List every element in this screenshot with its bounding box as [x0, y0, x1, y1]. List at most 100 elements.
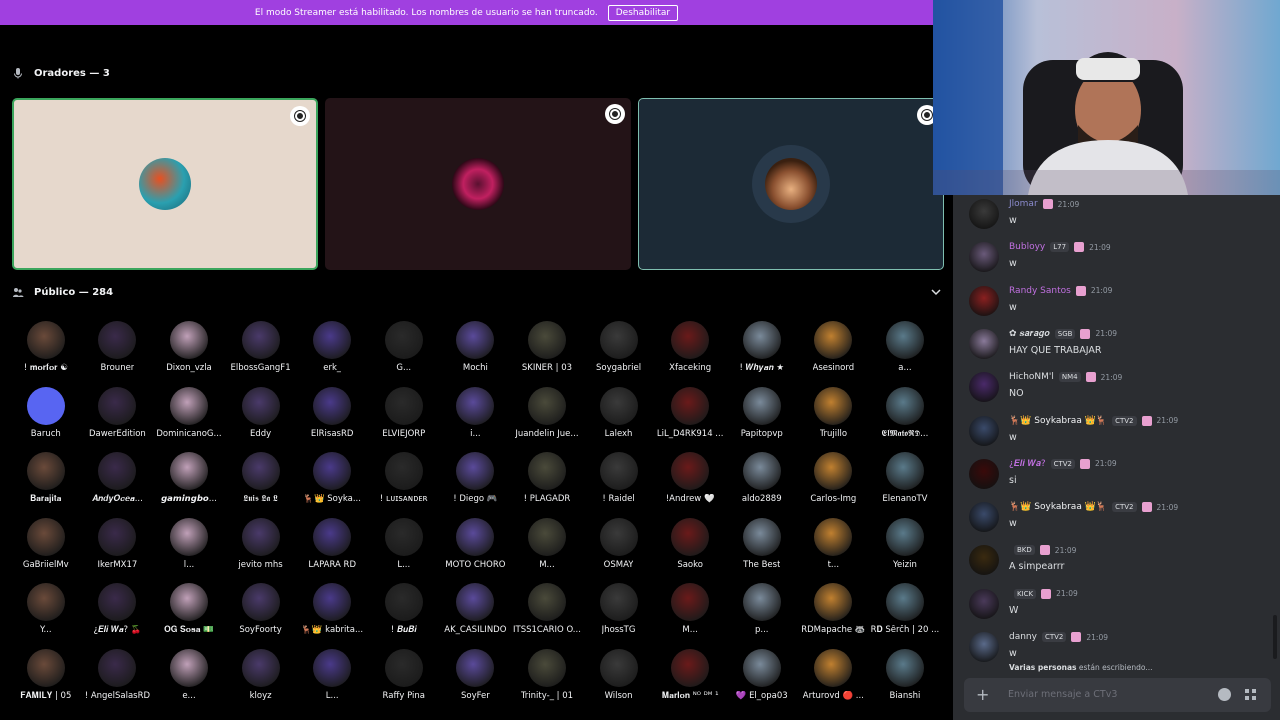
audience-member[interactable]: R𝐃 Šêrčĥ | 20 ... [869, 583, 941, 649]
message-input[interactable]: Enviar mensaje a CTv3 [1008, 689, 1117, 700]
avatar[interactable] [969, 415, 999, 446]
audience-member[interactable]: M... [654, 583, 726, 649]
avatar[interactable] [969, 285, 999, 316]
audience-member[interactable]: 𝐁𝐚𝐫𝐚𝐣𝐢𝐭𝐚 [10, 452, 82, 518]
audience-member[interactable]: 𝕰𝖑𝕸𝖆𝖙𝖔𝕽𝕯... [869, 386, 941, 453]
audience-member[interactable]: 💜 El_opa03 [726, 648, 798, 715]
audience-member[interactable]: LAPARA RD [296, 517, 368, 584]
avatar[interactable] [969, 588, 999, 619]
chat-message[interactable]: Randy Santos 21:09 w [969, 284, 1264, 326]
audience-member[interactable]: 🦌👑 Soyka... [296, 452, 368, 518]
message-username[interactable]: danny [1009, 632, 1037, 642]
audience-member[interactable]: Trujillo [798, 386, 870, 453]
audience-member[interactable]: 𝐎𝐆 𝐒𝐨𝐬𝐚 💵 [153, 583, 225, 649]
audience-member[interactable]: GaBriielMv [10, 517, 82, 584]
avatar[interactable] [969, 328, 999, 359]
chat-message[interactable]: HichoNM'l NM4 21:09 NO [969, 370, 1264, 412]
avatar[interactable] [969, 632, 999, 662]
audience-member[interactable]: RDMapache 🦝 [798, 583, 870, 649]
audience-member[interactable]: ! Raidel [583, 452, 655, 518]
message-username[interactable]: 🦌👑 Soykabraa 👑🦌 [1009, 502, 1107, 512]
avatar[interactable] [969, 199, 999, 229]
audience-member[interactable]: SoyFoorty [225, 583, 297, 649]
chat-message[interactable]: KICK 21:09 W [969, 587, 1264, 629]
audience-member[interactable]: kloyz [225, 648, 297, 715]
audience-member[interactable]: JhossTG [583, 583, 655, 649]
avatar[interactable] [969, 242, 999, 273]
audience-member[interactable]: ! ʟᴜɪꜱᴀɴᴅᴇʀ [368, 452, 440, 518]
audience-member[interactable]: ElRisasRD [296, 386, 368, 453]
audience-member[interactable]: ! Diego 🎮 [440, 452, 512, 518]
audience-member[interactable]: ! 𝑾𝒉𝒚𝒂𝒏 ★ [726, 321, 798, 387]
audience-member[interactable]: IkerMX17 [82, 517, 154, 584]
audience-member[interactable]: Bianshi [869, 648, 941, 715]
audience-member[interactable]: M... [511, 517, 583, 584]
audience-member[interactable]: Saoko [654, 517, 726, 584]
chat-message[interactable]: Jlomar 21:09 w [969, 197, 1264, 239]
audience-member[interactable]: The Best [726, 517, 798, 584]
audience-member[interactable]: Arturovd 🔴 ... [798, 648, 870, 715]
audience-member[interactable]: L... [296, 648, 368, 715]
audience-member[interactable]: Brouner [82, 321, 154, 387]
audience-member[interactable]: Trinity-_ | 01 [511, 648, 583, 715]
audience-member[interactable]: Wilson [583, 648, 655, 715]
audience-member[interactable]: aldo2889 [726, 452, 798, 518]
audience-member[interactable]: 𝐌𝐚𝐫𝐥𝐨𝐧 ᴺᴼ ᴰᴹ ¹ [654, 648, 726, 715]
message-username[interactable]: ✿ 𝒔𝒂𝒓𝒂𝒈𝒐 [1009, 329, 1050, 339]
audience-member[interactable]: ! AngelSalasRD [82, 648, 154, 715]
audience-member[interactable]: Juandelin Jue... [511, 386, 583, 453]
audience-member[interactable]: G... [368, 321, 440, 387]
audience-member[interactable]: DominicanoG... [153, 386, 225, 453]
audience-member[interactable]: 🦌👑 kabrita... [296, 583, 368, 649]
chat-message[interactable]: 🦌👑 Soykabraa 👑🦌 CTV2 21:09 w [969, 500, 1264, 542]
apps-icon[interactable] [1244, 688, 1257, 701]
avatar[interactable] [969, 458, 999, 489]
audience-member[interactable]: OSMAY [583, 517, 655, 584]
audience-member[interactable]: Dixon_vzla [153, 321, 225, 387]
audience-member[interactable]: ELVIEJORP [368, 386, 440, 453]
audience-member[interactable]: AK_CASILINDO [440, 583, 512, 649]
chat-message[interactable]: 🦌👑 Soykabraa 👑🦌 CTV2 21:09 w [969, 414, 1264, 456]
message-username[interactable]: Bubloyy [1009, 242, 1045, 252]
message-username[interactable]: Randy Santos [1009, 286, 1071, 296]
audience-member[interactable]: l... [153, 517, 225, 584]
audience-member[interactable]: DawerEdition [82, 386, 154, 453]
audience-member[interactable]: Lalexh [583, 386, 655, 453]
audience-member[interactable]: jevito mhs [225, 517, 297, 584]
emoji-icon[interactable] [1218, 688, 1231, 701]
audience-member[interactable]: i... [440, 386, 512, 453]
audience-member[interactable]: Carlos-Img [798, 452, 870, 518]
audience-member[interactable]: L... [368, 517, 440, 584]
audience-member[interactable]: Papitopvp [726, 386, 798, 453]
chat-scrollbar[interactable] [1273, 615, 1277, 659]
audience-member[interactable]: a... [869, 321, 941, 387]
audience-member[interactable]: ! 𝑩𝒖𝑩𝒊 [368, 583, 440, 649]
audience-member[interactable]: Yeizin [869, 517, 941, 584]
audience-member[interactable]: 𝑨𝒏𝒅𝒚𝑶𝒄𝒆𝒂... [82, 452, 154, 518]
message-composer[interactable]: + Enviar mensaje a CTv3 [964, 678, 1271, 712]
chat-message[interactable]: BKD 21:09 A simpearrr [969, 543, 1264, 585]
add-attachment-icon[interactable]: + [976, 685, 989, 704]
chevron-down-icon[interactable] [931, 287, 941, 297]
audience-member[interactable]: p... [726, 583, 798, 649]
disable-streamer-button[interactable]: Deshabilitar [607, 4, 679, 21]
audience-member[interactable]: Raffy Pina [368, 648, 440, 715]
chat-message[interactable]: Bubloyy L77 21:09 w [969, 240, 1264, 282]
audience-member[interactable]: Baruch [10, 386, 82, 453]
audience-member[interactable]: Eddy [225, 386, 297, 453]
audience-member[interactable]: !Andrew 🤍 [654, 452, 726, 518]
speaker-tile-1[interactable] [12, 98, 318, 270]
avatar[interactable] [969, 372, 999, 403]
audience-member[interactable]: SoyFer [440, 648, 512, 715]
message-username[interactable]: 🦌👑 Soykabraa 👑🦌 [1009, 416, 1107, 426]
message-username[interactable]: HichoNM'l [1009, 372, 1054, 382]
audience-member[interactable]: Mochi [440, 321, 512, 387]
avatar[interactable] [969, 545, 999, 576]
audience-member[interactable]: Xfaceking [654, 321, 726, 387]
chat-message[interactable]: ✿ 𝒔𝒂𝒓𝒂𝒈𝒐 SGB 21:09 HAY QUE TRABAJAR [969, 327, 1264, 369]
audience-member[interactable]: SKINER | 03 [511, 321, 583, 387]
chat-message[interactable]: ¿𝑬𝒍𝒊 𝑾𝒂? CTV2 21:09 si [969, 457, 1264, 499]
audience-member[interactable]: ¿𝑬𝒍𝒊 𝑾𝒂? 🍒 [82, 583, 154, 649]
audience-member[interactable]: Y... [10, 583, 82, 649]
audience-member[interactable]: ITSS1CARIO O... [511, 583, 583, 649]
